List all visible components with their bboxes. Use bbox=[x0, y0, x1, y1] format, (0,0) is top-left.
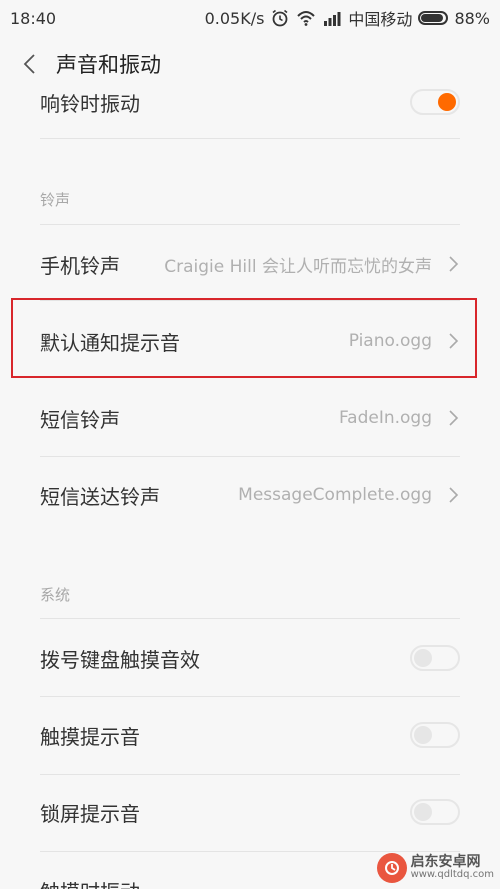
status-right: 0.05K/s 中国移动 88% bbox=[205, 6, 490, 30]
ring-vibrate-toggle[interactable] bbox=[410, 89, 460, 115]
divider bbox=[40, 696, 460, 697]
chevron-right-icon bbox=[449, 256, 459, 272]
battery-percent: 88% bbox=[454, 8, 490, 28]
watermark-logo-icon bbox=[376, 853, 407, 883]
dialpad-sound-row[interactable]: 拨号键盘触摸音效 bbox=[40, 638, 460, 678]
watermark: 启东安卓网 www.qdltdq.com bbox=[376, 853, 494, 883]
touch-sound-toggle[interactable] bbox=[410, 722, 460, 748]
ring-vibrate-row[interactable]: 响铃时振动 bbox=[40, 82, 460, 122]
section-header-ringtone: 铃声 bbox=[40, 191, 71, 209]
touch-sound-row[interactable]: 触摸提示音 bbox=[40, 715, 460, 755]
wifi-icon bbox=[297, 11, 316, 26]
section-header-system: 系统 bbox=[40, 586, 71, 604]
network-speed: 0.05K/s bbox=[204, 8, 265, 28]
battery-icon bbox=[418, 11, 449, 25]
watermark-url: www.qdltdq.com bbox=[410, 869, 494, 881]
ring-vibrate-label: 响铃时振动 bbox=[40, 91, 140, 116]
divider bbox=[40, 138, 460, 139]
phone-ringtone-label: 手机铃声 bbox=[40, 253, 120, 278]
divider bbox=[40, 851, 460, 852]
page-title: 声音和振动 bbox=[56, 53, 161, 77]
touch-sound-label: 触摸提示音 bbox=[40, 724, 140, 749]
lock-sound-label: 锁屏提示音 bbox=[40, 801, 140, 826]
screen: 18:40 0.05K/s 中国移动 88% 声音和振动 响铃时振动 铃声 手机… bbox=[0, 0, 500, 889]
chevron-right-icon bbox=[449, 487, 459, 503]
divider bbox=[40, 774, 460, 775]
chevron-right-icon bbox=[449, 410, 459, 426]
carrier-name: 中国移动 bbox=[348, 10, 413, 29]
touch-vibrate-label: 触摸时振动 bbox=[40, 876, 140, 889]
signal-icon bbox=[324, 12, 341, 26]
divider bbox=[40, 456, 460, 457]
divider bbox=[40, 618, 460, 619]
sms-ringtone-value: FadeIn.ogg bbox=[338, 408, 432, 428]
status-bar: 18:40 0.05K/s 中国移动 88% bbox=[0, 0, 500, 36]
divider bbox=[40, 224, 460, 225]
status-time: 18:40 bbox=[10, 8, 57, 28]
lock-sound-toggle[interactable] bbox=[410, 799, 460, 825]
sms-delivered-value: MessageComplete.ogg bbox=[238, 485, 432, 505]
chevron-left-icon[interactable] bbox=[20, 52, 40, 76]
phone-ringtone-row[interactable]: 手机铃声 Craigie Hill 会让人听而忘忧的女声 bbox=[40, 244, 460, 284]
dialpad-sound-toggle[interactable] bbox=[410, 645, 460, 671]
sms-ringtone-row[interactable]: 短信铃声 FadeIn.ogg bbox=[40, 398, 460, 438]
watermark-title: 启东安卓网 bbox=[410, 854, 481, 871]
sms-delivered-label: 短信送达铃声 bbox=[40, 484, 160, 509]
alarm-icon bbox=[272, 9, 288, 27]
sms-delivered-row[interactable]: 短信送达铃声 MessageComplete.ogg bbox=[40, 475, 460, 515]
lock-sound-row[interactable]: 锁屏提示音 bbox=[40, 792, 460, 832]
sms-ringtone-label: 短信铃声 bbox=[40, 407, 120, 432]
highlight-box bbox=[11, 298, 477, 378]
phone-ringtone-value: Craigie Hill 会让人听而忘忧的女声 bbox=[164, 256, 432, 277]
dialpad-sound-label: 拨号键盘触摸音效 bbox=[40, 647, 200, 672]
